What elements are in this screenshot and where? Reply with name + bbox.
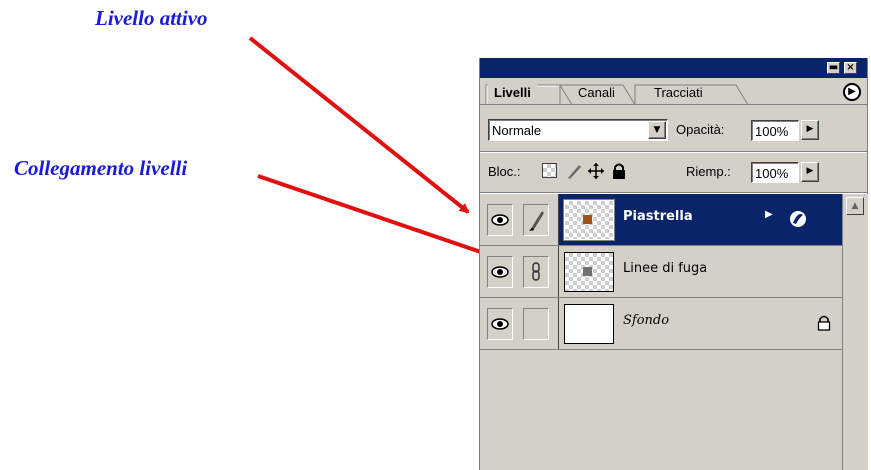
blend-mode-select[interactable]: Normale ▼ — [488, 119, 668, 141]
opacity-label: Opacità: — [676, 122, 725, 137]
divider — [480, 151, 867, 153]
eye-icon — [491, 318, 509, 330]
layer-main[interactable]: Sfondo — [558, 298, 842, 349]
padlock-icon — [817, 315, 831, 331]
layer-edit-toggle[interactable] — [523, 204, 549, 236]
tab-livelli[interactable]: Livelli — [488, 83, 537, 105]
lock-all-padlock-icon[interactable] — [611, 162, 627, 180]
layer-effects-icon — [790, 211, 806, 227]
panel-menu-icon[interactable]: ▶ — [843, 83, 861, 101]
visibility-toggle[interactable] — [487, 204, 513, 236]
fill-value: 100% — [755, 166, 789, 181]
layer-main[interactable]: Linee di fuga — [558, 246, 842, 297]
visibility-toggle[interactable] — [487, 256, 513, 288]
scroll-up-arrow-icon[interactable]: ▲ — [846, 197, 864, 215]
arrow-layer-link — [257, 174, 518, 267]
lock-transparency-icon[interactable] — [542, 163, 557, 178]
layer-thumbnail — [563, 199, 615, 241]
tab-baseline — [480, 104, 867, 105]
layer-row-piastrella[interactable]: Piastrella ▶ — [480, 194, 842, 246]
chevron-down-icon[interactable]: ▼ — [648, 121, 666, 139]
lock-label: Bloc.: — [488, 164, 521, 179]
layer-main[interactable]: Piastrella ▶ — [558, 194, 842, 245]
opacity-slider-arrow-icon[interactable]: ▶ — [801, 120, 819, 140]
panel-title-bar: ▬ × — [480, 58, 867, 78]
layer-name: Linee di fuga — [623, 261, 708, 276]
effects-arrow-icon[interactable]: ▶ — [765, 209, 773, 220]
eye-icon — [491, 266, 509, 278]
layer-name: Sfondo — [623, 313, 670, 328]
chain-link-icon — [532, 262, 540, 281]
minimize-icon[interactable]: ▬ — [827, 62, 840, 74]
layer-thumbnail — [564, 252, 614, 292]
layer-link-toggle[interactable] — [523, 256, 549, 288]
thumbnail-dot — [583, 267, 592, 276]
visibility-toggle[interactable] — [487, 308, 513, 340]
opacity-value: 100% — [755, 124, 789, 139]
layer-thumbnail — [564, 304, 614, 344]
layer-link-toggle[interactable] — [523, 308, 549, 340]
fill-slider-arrow-icon[interactable]: ▶ — [801, 162, 819, 182]
layers-list: Piastrella ▶ Linee di fuga Sfondo — [480, 194, 842, 470]
brush-icon — [529, 211, 544, 231]
vertical-scrollbar[interactable]: ▲ — [842, 194, 868, 470]
tab-tracciati[interactable]: Tracciati — [648, 83, 709, 105]
fill-label: Riemp.: — [686, 164, 731, 179]
layer-name: Piastrella — [623, 209, 693, 224]
opacity-field[interactable]: 100% — [751, 120, 799, 141]
close-icon[interactable]: × — [844, 62, 857, 74]
blend-mode-value: Normale — [492, 123, 542, 138]
lock-image-brush-icon[interactable] — [565, 162, 583, 180]
eye-icon — [491, 214, 509, 226]
layers-panel: ▬ × Livelli Canali Tracciati ▶ Normale ▼… — [479, 58, 868, 470]
thumbnail-dot — [583, 215, 592, 224]
layer-row-sfondo[interactable]: Sfondo — [480, 298, 842, 350]
fill-field[interactable]: 100% — [751, 162, 799, 183]
layer-row-linee-di-fuga[interactable]: Linee di fuga — [480, 246, 842, 298]
tab-canali[interactable]: Canali — [572, 83, 621, 105]
lock-position-move-icon[interactable] — [587, 162, 605, 180]
